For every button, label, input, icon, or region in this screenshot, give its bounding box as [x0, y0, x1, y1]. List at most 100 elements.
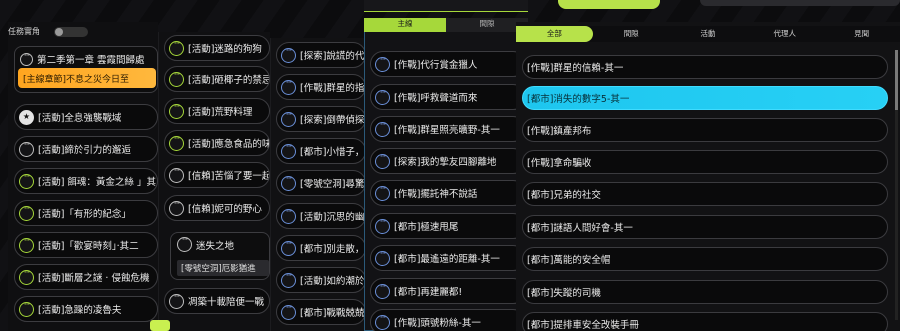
quest-item[interactable]: [活動]砸椰子的禁忌: [164, 66, 270, 92]
quest-item[interactable]: [都市]萬能的安全帽: [522, 247, 888, 271]
quest-item-label: [作戰]群星的指引: [300, 83, 365, 94]
quest-tracking-label: 任務實角: [8, 27, 40, 36]
quest-item-label: [都市]兄弟的社交: [527, 190, 601, 201]
tab-gap[interactable]: 間隙: [593, 26, 670, 42]
quest-item[interactable]: [活動]締於引力的邂逅: [14, 136, 158, 162]
quest-item[interactable]: [都市]小惜子，大: [276, 138, 366, 164]
quest-item[interactable]: [都市]再建麗都!: [370, 278, 526, 304]
quest-dots-icon: [281, 174, 296, 191]
quest-item[interactable]: [作戰]群星照亮曠野-其一: [370, 116, 526, 142]
top-tab-strip: [364, 0, 528, 12]
quest-item[interactable]: [活動]「歡宴時刻」·其二: [14, 232, 158, 258]
quest-item[interactable]: [探索]說謊的代價: [276, 42, 366, 68]
quest-item[interactable]: [活動] 餌魂：黃金之絲 」其三: [14, 168, 158, 194]
quest-item[interactable]: [活動]急躁的凌魯夫: [14, 296, 158, 322]
tab-main[interactable]: 主線: [364, 18, 446, 32]
quest-item[interactable]: [活動]應急食品的味道: [164, 130, 270, 156]
quest-item-label: [活動]急躁的凌魯夫: [38, 305, 122, 316]
quest-item[interactable]: [作戰]代行賞金獵人: [370, 51, 526, 77]
quest-item-label: [信賴]妮可的野心: [188, 204, 262, 215]
quest-item-label: [作戰]群星的信賴-其一: [527, 63, 624, 74]
quest-item[interactable]: [作戰]群星的信賴-其一: [522, 55, 888, 79]
quest-item[interactable]: [作戰]呼救聲道而來: [370, 84, 526, 110]
quest-item[interactable]: [探索]倒帶偵探: [276, 106, 366, 132]
quest-item[interactable]: [活動]「有形的紀念」: [14, 200, 158, 226]
quest-dots-icon: [375, 184, 390, 201]
quest-item[interactable]: [作戰]群星的指引: [276, 74, 366, 100]
quest-item[interactable]: [信賴]苦惱了要一起的: [164, 162, 270, 188]
quest-item-label: [探索]我的摯友四腳離地: [394, 157, 497, 168]
tab-agent[interactable]: 代理人: [746, 26, 823, 42]
quest-item-label: [活動]「歡宴時刻」·其二: [38, 241, 139, 252]
quest-item-label: [都市]再建麗都!: [394, 287, 463, 298]
quest-item[interactable]: [都市]提排車安全改裝手冊: [522, 312, 888, 331]
quest-dots-icon: [375, 55, 390, 72]
quest-dots-icon: [375, 217, 390, 234]
quest-item-label: [活動]迷路的狗狗: [188, 44, 262, 55]
zone-card-title-text: 迷失之地: [196, 240, 235, 252]
quest-item-label: [探索]倒帶偵探: [300, 115, 365, 126]
quest-item-label: [活動]沉思的幽影: [300, 212, 365, 223]
quest-item[interactable]: 凋築十載陪便一戰: [164, 288, 270, 314]
quest-dots-icon: [281, 207, 296, 224]
quest-tracking-toggle[interactable]: [54, 27, 88, 37]
quest-item-label: [都市]失蹤的司機: [527, 288, 601, 299]
quest-dots-icon: [19, 172, 34, 189]
quest-item[interactable]: [活動]沉思的幽影: [276, 203, 366, 229]
quest-item-label: [作戰]群星照亮曠野-其一: [394, 125, 500, 136]
quest-dots-icon: [169, 166, 184, 183]
quest-dots-icon: [281, 303, 296, 320]
bottom-decoration: [150, 320, 170, 331]
quest-item-label: [活動]砸椰子的禁忌: [188, 75, 270, 86]
zone-card[interactable]: 迷失之地 [零號空洞]厄影猶進: [170, 232, 270, 280]
quest-item-label: [作戰]鎮產邦布: [527, 126, 592, 137]
quest-dots-icon: [375, 313, 390, 330]
quest-item[interactable]: [都市]兄弟的社交: [522, 182, 888, 206]
quest-item[interactable]: [作戰]鎮產邦布: [522, 118, 888, 142]
quest-item-label: [活動] 餌魂：黃金之絲 」其三: [38, 177, 158, 188]
quest-dots-icon: [375, 120, 390, 137]
tab-knowledge[interactable]: 見聞: [823, 26, 900, 42]
quest-dots-icon: [281, 46, 296, 63]
panel-e-scrollbar-thumb[interactable]: [895, 50, 898, 110]
quest-dots-icon: [19, 236, 34, 253]
quest-item[interactable]: [活動]如約潮於海: [276, 267, 366, 293]
quest-dots-icon: [19, 204, 34, 221]
quest-item[interactable]: [探索]我的摯友四腳離地: [370, 148, 526, 174]
quest-item-label: [信賴]苦惱了要一起的: [188, 171, 269, 182]
quest-dots-icon: [169, 292, 184, 309]
quest-item[interactable]: [活動]全息強襲戰域: [14, 104, 158, 130]
quest-item[interactable]: [都市]謎語人間好會-其一: [522, 215, 888, 239]
quest-item[interactable]: [活動]斷層之謎 · 侵蝕危機: [14, 264, 158, 290]
quest-item[interactable]: [作戰]擺託神不說話: [370, 180, 526, 206]
panel-d-tabs: 主線 間隙: [364, 18, 528, 32]
chapter-title-text: 第二季第一章 雲霞間歸處: [37, 55, 145, 66]
quest-item[interactable]: [信賴]妮可的野心: [164, 195, 270, 221]
quest-item[interactable]: [活動]荒野料理: [164, 98, 270, 124]
quest-item-label: [都市]謎語人間好會-其一: [527, 223, 633, 234]
quest-item[interactable]: [零號空洞]尋驚: [276, 170, 366, 196]
quest-item-label: [活動]全息強襲戰域: [38, 113, 122, 124]
tab-event[interactable]: 活動: [670, 26, 747, 42]
quest-dots-icon: [281, 271, 296, 288]
quest-item[interactable]: [都市]別走散，在: [276, 235, 366, 261]
chapter-subtitle: [主線章節]不息之災今日至: [18, 68, 156, 88]
quest-item[interactable]: [作戰]拿命騙收: [522, 150, 888, 174]
quest-dots-icon: [19, 268, 34, 285]
quest-item[interactable]: [都市]最遙遠的距離-其一: [370, 245, 526, 271]
quest-item[interactable]: [都市]極速甩尾: [370, 213, 526, 239]
quest-item[interactable]: [作戰]頭號粉絲-其一: [370, 309, 526, 331]
quest-item-label: [作戰]頭號粉絲-其一: [394, 318, 481, 329]
tab-all[interactable]: 全部: [516, 26, 593, 42]
quest-item[interactable]: [都市]失蹤的司機: [522, 280, 888, 304]
quest-item-selected[interactable]: [都市]消失的數字5-其一: [522, 86, 888, 110]
quest-item[interactable]: [都市]戰戰兢兢的: [276, 299, 366, 325]
quest-item[interactable]: [活動]迷路的狗狗: [164, 35, 270, 61]
quest-item-label: [作戰]擺託神不說話: [394, 189, 478, 200]
quest-dots-icon: [19, 300, 34, 317]
quest-dots-icon: [169, 70, 184, 87]
quest-dots-icon: [281, 239, 296, 256]
zone-card-subtitle: [零號空洞]厄影猶進: [177, 260, 269, 276]
chapter-title: 第二季第一章 雲霞間歸處: [20, 51, 145, 66]
top-dark-strip: [700, 0, 900, 6]
